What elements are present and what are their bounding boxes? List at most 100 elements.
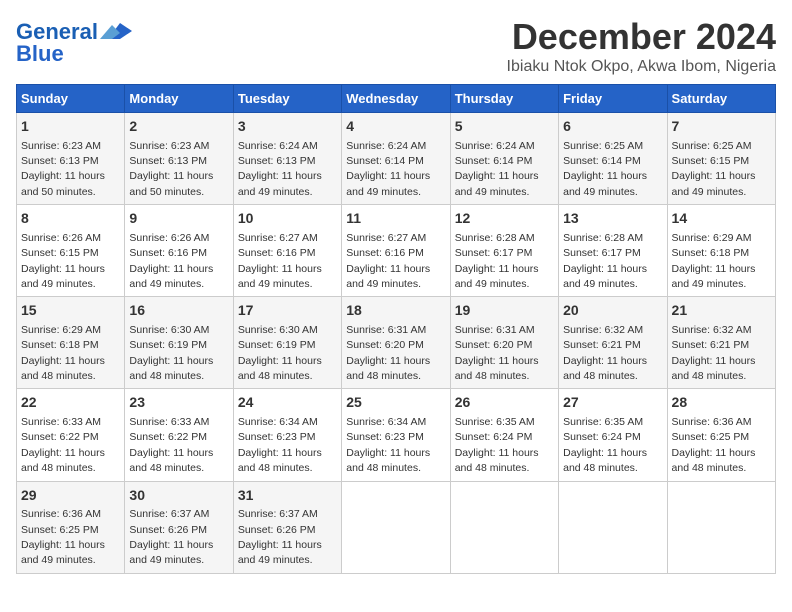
calendar-cell xyxy=(450,481,558,573)
day-number: 17 xyxy=(238,301,337,321)
day-number: 19 xyxy=(455,301,554,321)
day-info: Sunrise: 6:27 AMSunset: 6:16 PMDaylight:… xyxy=(238,232,322,290)
day-number: 6 xyxy=(563,117,662,137)
week-row-1: 1 Sunrise: 6:23 AMSunset: 6:13 PMDaylight… xyxy=(17,113,776,205)
calendar-cell: 23 Sunrise: 6:33 AMSunset: 6:22 PMDayligh… xyxy=(125,389,233,481)
calendar-cell: 15Sunrise: 6:29 AMSunset: 6:18 PMDayligh… xyxy=(17,297,125,389)
day-info: Sunrise: 6:24 AMSunset: 6:14 PMDaylight:… xyxy=(455,140,539,198)
day-info: Sunrise: 6:34 AMSunset: 6:23 PMDaylight:… xyxy=(238,416,322,474)
day-number: 22 xyxy=(21,393,120,413)
day-number: 24 xyxy=(238,393,337,413)
title-area: December 2024 Ibiaku Ntok Okpo, Akwa Ibo… xyxy=(507,16,776,76)
day-number: 8 xyxy=(21,209,120,229)
calendar-cell: 14 Sunrise: 6:29 AMSunset: 6:18 PMDayligh… xyxy=(667,205,775,297)
calendar-cell: 24 Sunrise: 6:34 AMSunset: 6:23 PMDayligh… xyxy=(233,389,341,481)
day-info: Sunrise: 6:37 AMSunset: 6:26 PMDaylight:… xyxy=(129,508,213,566)
calendar-header: General Blue December 2024 Ibiaku Ntok O… xyxy=(16,16,776,76)
day-info: Sunrise: 6:33 AMSunset: 6:22 PMDaylight:… xyxy=(21,416,105,474)
day-number: 3 xyxy=(238,117,337,137)
calendar-cell xyxy=(559,481,667,573)
day-number: 11 xyxy=(346,209,445,229)
weekday-header-saturday: Saturday xyxy=(667,85,775,113)
day-number: 15 xyxy=(21,301,120,321)
logo: General Blue xyxy=(16,20,132,66)
day-number: 4 xyxy=(346,117,445,137)
calendar-cell: 31Sunrise: 6:37 AMSunset: 6:26 PMDayligh… xyxy=(233,481,341,573)
weekday-header-row: SundayMondayTuesdayWednesdayThursdayFrid… xyxy=(17,85,776,113)
day-info: Sunrise: 6:25 AMSunset: 6:14 PMDaylight:… xyxy=(563,140,647,198)
calendar-table: SundayMondayTuesdayWednesdayThursdayFrid… xyxy=(16,84,776,574)
week-row-4: 22 Sunrise: 6:33 AMSunset: 6:22 PMDayligh… xyxy=(17,389,776,481)
calendar-cell: 22 Sunrise: 6:33 AMSunset: 6:22 PMDayligh… xyxy=(17,389,125,481)
week-row-2: 8Sunrise: 6:26 AMSunset: 6:15 PMDaylight… xyxy=(17,205,776,297)
day-number: 25 xyxy=(346,393,445,413)
day-info: Sunrise: 6:37 AMSunset: 6:26 PMDaylight:… xyxy=(238,508,322,566)
day-number: 12 xyxy=(455,209,554,229)
calendar-cell xyxy=(342,481,450,573)
day-number: 16 xyxy=(129,301,228,321)
calendar-cell: 3 Sunrise: 6:24 AMSunset: 6:13 PMDaylight… xyxy=(233,113,341,205)
calendar-cell: 30Sunrise: 6:37 AMSunset: 6:26 PMDayligh… xyxy=(125,481,233,573)
day-info: Sunrise: 6:35 AMSunset: 6:24 PMDaylight:… xyxy=(563,416,647,474)
month-title: December 2024 xyxy=(507,16,776,58)
calendar-cell: 8Sunrise: 6:26 AMSunset: 6:15 PMDaylight… xyxy=(17,205,125,297)
calendar-cell: 20Sunrise: 6:32 AMSunset: 6:21 PMDayligh… xyxy=(559,297,667,389)
day-number: 29 xyxy=(21,486,120,506)
calendar-cell: 13 Sunrise: 6:28 AMSunset: 6:17 PMDayligh… xyxy=(559,205,667,297)
day-info: Sunrise: 6:28 AMSunset: 6:17 PMDaylight:… xyxy=(563,232,647,290)
day-number: 1 xyxy=(21,117,120,137)
calendar-cell: 25Sunrise: 6:34 AMSunset: 6:23 PMDayligh… xyxy=(342,389,450,481)
day-info: Sunrise: 6:31 AMSunset: 6:20 PMDaylight:… xyxy=(346,324,430,382)
day-info: Sunrise: 6:33 AMSunset: 6:22 PMDaylight:… xyxy=(129,416,213,474)
calendar-cell: 10Sunrise: 6:27 AMSunset: 6:16 PMDayligh… xyxy=(233,205,341,297)
calendar-cell: 28Sunrise: 6:36 AMSunset: 6:25 PMDayligh… xyxy=(667,389,775,481)
day-number: 23 xyxy=(129,393,228,413)
day-number: 26 xyxy=(455,393,554,413)
day-info: Sunrise: 6:35 AMSunset: 6:24 PMDaylight:… xyxy=(455,416,539,474)
day-info: Sunrise: 6:28 AMSunset: 6:17 PMDaylight:… xyxy=(455,232,539,290)
week-row-3: 15Sunrise: 6:29 AMSunset: 6:18 PMDayligh… xyxy=(17,297,776,389)
day-number: 9 xyxy=(129,209,228,229)
calendar-cell: 4 Sunrise: 6:24 AMSunset: 6:14 PMDaylight… xyxy=(342,113,450,205)
day-info: Sunrise: 6:24 AMSunset: 6:13 PMDaylight:… xyxy=(238,140,322,198)
weekday-header-wednesday: Wednesday xyxy=(342,85,450,113)
day-number: 14 xyxy=(672,209,771,229)
calendar-cell: 9 Sunrise: 6:26 AMSunset: 6:16 PMDaylight… xyxy=(125,205,233,297)
day-info: Sunrise: 6:23 AMSunset: 6:13 PMDaylight:… xyxy=(129,140,213,198)
day-number: 31 xyxy=(238,486,337,506)
weekday-header-sunday: Sunday xyxy=(17,85,125,113)
weekday-header-friday: Friday xyxy=(559,85,667,113)
calendar-cell: 7 Sunrise: 6:25 AMSunset: 6:15 PMDaylight… xyxy=(667,113,775,205)
day-info: Sunrise: 6:26 AMSunset: 6:16 PMDaylight:… xyxy=(129,232,213,290)
calendar-cell: 26 Sunrise: 6:35 AMSunset: 6:24 PMDayligh… xyxy=(450,389,558,481)
calendar-cell: 1 Sunrise: 6:23 AMSunset: 6:13 PMDaylight… xyxy=(17,113,125,205)
day-info: Sunrise: 6:27 AMSunset: 6:16 PMDaylight:… xyxy=(346,232,430,290)
location-title: Ibiaku Ntok Okpo, Akwa Ibom, Nigeria xyxy=(507,58,776,76)
day-number: 28 xyxy=(672,393,771,413)
calendar-cell: 17 Sunrise: 6:30 AMSunset: 6:19 PMDayligh… xyxy=(233,297,341,389)
week-row-5: 29Sunrise: 6:36 AMSunset: 6:25 PMDayligh… xyxy=(17,481,776,573)
day-number: 21 xyxy=(672,301,771,321)
logo-icon xyxy=(100,21,132,41)
day-number: 27 xyxy=(563,393,662,413)
calendar-cell: 2Sunrise: 6:23 AMSunset: 6:13 PMDaylight… xyxy=(125,113,233,205)
day-info: Sunrise: 6:31 AMSunset: 6:20 PMDaylight:… xyxy=(455,324,539,382)
calendar-cell xyxy=(667,481,775,573)
day-info: Sunrise: 6:29 AMSunset: 6:18 PMDaylight:… xyxy=(672,232,756,290)
day-info: Sunrise: 6:30 AMSunset: 6:19 PMDaylight:… xyxy=(129,324,213,382)
day-info: Sunrise: 6:23 AMSunset: 6:13 PMDaylight:… xyxy=(21,140,105,198)
day-number: 7 xyxy=(672,117,771,137)
day-number: 5 xyxy=(455,117,554,137)
logo-blue-text: Blue xyxy=(16,42,64,66)
weekday-header-monday: Monday xyxy=(125,85,233,113)
day-info: Sunrise: 6:24 AMSunset: 6:14 PMDaylight:… xyxy=(346,140,430,198)
calendar-cell: 21 Sunrise: 6:32 AMSunset: 6:21 PMDayligh… xyxy=(667,297,775,389)
day-number: 13 xyxy=(563,209,662,229)
calendar-cell: 27 Sunrise: 6:35 AMSunset: 6:24 PMDayligh… xyxy=(559,389,667,481)
day-number: 18 xyxy=(346,301,445,321)
day-info: Sunrise: 6:30 AMSunset: 6:19 PMDaylight:… xyxy=(238,324,322,382)
day-info: Sunrise: 6:25 AMSunset: 6:15 PMDaylight:… xyxy=(672,140,756,198)
day-info: Sunrise: 6:32 AMSunset: 6:21 PMDaylight:… xyxy=(672,324,756,382)
calendar-cell: 18 Sunrise: 6:31 AMSunset: 6:20 PMDayligh… xyxy=(342,297,450,389)
calendar-cell: 19 Sunrise: 6:31 AMSunset: 6:20 PMDayligh… xyxy=(450,297,558,389)
